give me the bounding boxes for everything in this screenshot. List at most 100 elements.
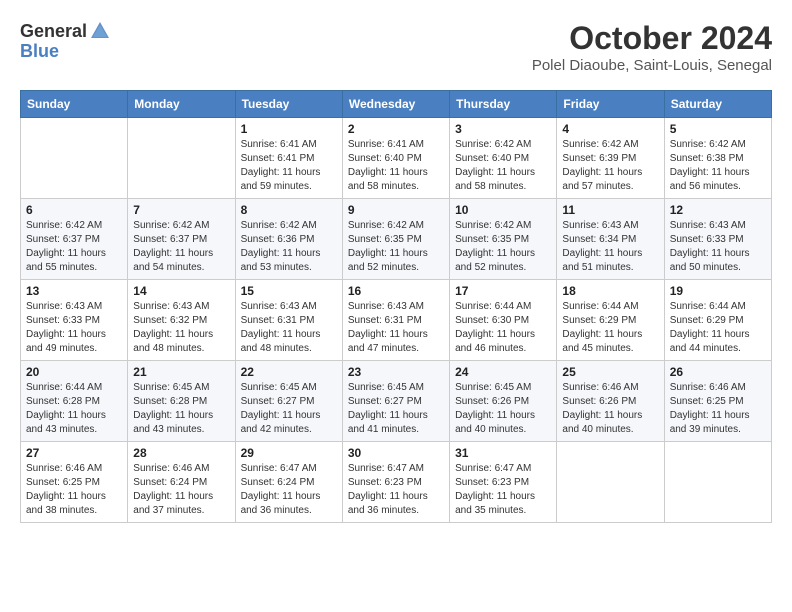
day-number: 20	[26, 365, 122, 379]
calendar-cell: 20Sunrise: 6:44 AM Sunset: 6:28 PM Dayli…	[21, 361, 128, 442]
calendar-cell: 26 Sunrise: 6:46 AM Sunset: 6:25 PM Dayli…	[664, 361, 771, 442]
page: General Blue October 2024 Polel Diaoube,…	[0, 0, 792, 543]
calendar-cell: 31 Sunrise: 6:47 AM Sunset: 6:23 PM Dayli…	[450, 442, 557, 523]
calendar-cell: 15Sunrise: 6:43 AM Sunset: 6:31 PM Dayli…	[235, 280, 342, 361]
day-info: Sunrise: 6:45 AM Sunset: 6:27 PM Dayligh…	[241, 381, 337, 437]
calendar-cell: 8Sunrise: 6:42 AM Sunset: 6:36 PM Daylig…	[235, 199, 342, 280]
day-number: 30	[348, 446, 444, 460]
day-number: 24	[455, 365, 551, 379]
day-number: 31	[455, 446, 551, 460]
calendar-cell: 29 Sunrise: 6:47 AM Sunset: 6:24 PM Dayli…	[235, 442, 342, 523]
day-info: Sunrise: 6:46 AM Sunset: 6:26 PM Dayligh…	[562, 381, 658, 437]
calendar-header-saturday: Saturday	[664, 91, 771, 118]
day-number: 25	[562, 365, 658, 379]
day-number: 7	[133, 203, 229, 217]
day-number: 29	[241, 446, 337, 460]
calendar-cell	[21, 118, 128, 199]
calendar-cell: 10 Sunrise: 6:42 AM Sunset: 6:35 PM Dayli…	[450, 199, 557, 280]
day-info: Sunrise: 6:43 AM Sunset: 6:32 PM Dayligh…	[133, 300, 229, 356]
day-number: 15	[241, 284, 337, 298]
calendar-cell: 28Sunrise: 6:46 AM Sunset: 6:24 PM Dayli…	[128, 442, 235, 523]
logo-blue: Blue	[20, 42, 59, 60]
calendar-week-1: 1Sunrise: 6:41 AM Sunset: 6:41 PM Daylig…	[21, 118, 772, 199]
day-info: Sunrise: 6:46 AM Sunset: 6:25 PM Dayligh…	[670, 381, 766, 437]
day-number: 22	[241, 365, 337, 379]
subtitle: Polel Diaoube, Saint-Louis, Senegal	[532, 57, 772, 74]
calendar-header-tuesday: Tuesday	[235, 91, 342, 118]
day-info: Sunrise: 6:47 AM Sunset: 6:24 PM Dayligh…	[241, 462, 337, 518]
calendar-cell	[557, 442, 664, 523]
day-number: 14	[133, 284, 229, 298]
calendar-cell: 11Sunrise: 6:43 AM Sunset: 6:34 PM Dayli…	[557, 199, 664, 280]
day-info: Sunrise: 6:43 AM Sunset: 6:34 PM Dayligh…	[562, 219, 658, 275]
calendar-body: 1Sunrise: 6:41 AM Sunset: 6:41 PM Daylig…	[21, 118, 772, 523]
day-number: 26	[670, 365, 766, 379]
calendar-week-3: 13Sunrise: 6:43 AM Sunset: 6:33 PM Dayli…	[21, 280, 772, 361]
day-info: Sunrise: 6:42 AM Sunset: 6:35 PM Dayligh…	[455, 219, 551, 275]
calendar-cell: 2 Sunrise: 6:41 AM Sunset: 6:40 PM Daylig…	[342, 118, 449, 199]
day-info: Sunrise: 6:44 AM Sunset: 6:30 PM Dayligh…	[455, 300, 551, 356]
day-number: 16	[348, 284, 444, 298]
day-info: Sunrise: 6:42 AM Sunset: 6:40 PM Dayligh…	[455, 138, 551, 194]
day-info: Sunrise: 6:42 AM Sunset: 6:38 PM Dayligh…	[670, 138, 766, 194]
day-info: Sunrise: 6:42 AM Sunset: 6:37 PM Dayligh…	[133, 219, 229, 275]
day-info: Sunrise: 6:45 AM Sunset: 6:26 PM Dayligh…	[455, 381, 551, 437]
calendar-header-wednesday: Wednesday	[342, 91, 449, 118]
day-number: 27	[26, 446, 122, 460]
calendar-cell: 14 Sunrise: 6:43 AM Sunset: 6:32 PM Dayli…	[128, 280, 235, 361]
day-info: Sunrise: 6:47 AM Sunset: 6:23 PM Dayligh…	[455, 462, 551, 518]
calendar-week-5: 27 Sunrise: 6:46 AM Sunset: 6:25 PM Dayli…	[21, 442, 772, 523]
main-title: October 2024	[532, 20, 772, 57]
day-number: 18	[562, 284, 658, 298]
day-info: Sunrise: 6:45 AM Sunset: 6:27 PM Dayligh…	[348, 381, 444, 437]
calendar-cell: 30 Sunrise: 6:47 AM Sunset: 6:23 PM Dayli…	[342, 442, 449, 523]
day-number: 3	[455, 122, 551, 136]
day-number: 9	[348, 203, 444, 217]
day-number: 10	[455, 203, 551, 217]
day-info: Sunrise: 6:47 AM Sunset: 6:23 PM Dayligh…	[348, 462, 444, 518]
day-info: Sunrise: 6:43 AM Sunset: 6:33 PM Dayligh…	[670, 219, 766, 275]
calendar-cell: 22 Sunrise: 6:45 AM Sunset: 6:27 PM Dayli…	[235, 361, 342, 442]
calendar-cell: 1Sunrise: 6:41 AM Sunset: 6:41 PM Daylig…	[235, 118, 342, 199]
day-info: Sunrise: 6:46 AM Sunset: 6:25 PM Dayligh…	[26, 462, 122, 518]
day-info: Sunrise: 6:46 AM Sunset: 6:24 PM Dayligh…	[133, 462, 229, 518]
calendar-week-2: 6Sunrise: 6:42 AM Sunset: 6:37 PM Daylig…	[21, 199, 772, 280]
day-number: 2	[348, 122, 444, 136]
logo-general: General	[20, 22, 87, 40]
day-number: 19	[670, 284, 766, 298]
calendar-week-4: 20Sunrise: 6:44 AM Sunset: 6:28 PM Dayli…	[21, 361, 772, 442]
calendar-cell: 3 Sunrise: 6:42 AM Sunset: 6:40 PM Daylig…	[450, 118, 557, 199]
calendar-header-row: SundayMondayTuesdayWednesdayThursdayFrid…	[21, 91, 772, 118]
day-info: Sunrise: 6:42 AM Sunset: 6:39 PM Dayligh…	[562, 138, 658, 194]
day-number: 17	[455, 284, 551, 298]
logo: General Blue	[20, 20, 111, 60]
day-info: Sunrise: 6:44 AM Sunset: 6:29 PM Dayligh…	[562, 300, 658, 356]
calendar-cell: 24 Sunrise: 6:45 AM Sunset: 6:26 PM Dayli…	[450, 361, 557, 442]
day-number: 1	[241, 122, 337, 136]
calendar-cell: 16 Sunrise: 6:43 AM Sunset: 6:31 PM Dayli…	[342, 280, 449, 361]
calendar-cell: 25 Sunrise: 6:46 AM Sunset: 6:26 PM Dayli…	[557, 361, 664, 442]
day-info: Sunrise: 6:43 AM Sunset: 6:33 PM Dayligh…	[26, 300, 122, 356]
day-number: 12	[670, 203, 766, 217]
calendar-cell: 5Sunrise: 6:42 AM Sunset: 6:38 PM Daylig…	[664, 118, 771, 199]
calendar-cell: 12 Sunrise: 6:43 AM Sunset: 6:33 PM Dayli…	[664, 199, 771, 280]
calendar-cell: 17 Sunrise: 6:44 AM Sunset: 6:30 PM Dayli…	[450, 280, 557, 361]
calendar-cell: 9Sunrise: 6:42 AM Sunset: 6:35 PM Daylig…	[342, 199, 449, 280]
calendar-cell: 21 Sunrise: 6:45 AM Sunset: 6:28 PM Dayli…	[128, 361, 235, 442]
day-number: 21	[133, 365, 229, 379]
calendar-cell: 18 Sunrise: 6:44 AM Sunset: 6:29 PM Dayli…	[557, 280, 664, 361]
calendar-cell	[128, 118, 235, 199]
calendar-cell: 19 Sunrise: 6:44 AM Sunset: 6:29 PM Dayli…	[664, 280, 771, 361]
day-info: Sunrise: 6:42 AM Sunset: 6:37 PM Dayligh…	[26, 219, 122, 275]
calendar-header-sunday: Sunday	[21, 91, 128, 118]
calendar-cell: 27 Sunrise: 6:46 AM Sunset: 6:25 PM Dayli…	[21, 442, 128, 523]
header: General Blue October 2024 Polel Diaoube,…	[20, 20, 772, 74]
day-info: Sunrise: 6:41 AM Sunset: 6:40 PM Dayligh…	[348, 138, 444, 194]
day-info: Sunrise: 6:43 AM Sunset: 6:31 PM Dayligh…	[348, 300, 444, 356]
calendar-cell: 6Sunrise: 6:42 AM Sunset: 6:37 PM Daylig…	[21, 199, 128, 280]
day-info: Sunrise: 6:44 AM Sunset: 6:29 PM Dayligh…	[670, 300, 766, 356]
calendar-header-friday: Friday	[557, 91, 664, 118]
day-info: Sunrise: 6:45 AM Sunset: 6:28 PM Dayligh…	[133, 381, 229, 437]
calendar: SundayMondayTuesdayWednesdayThursdayFrid…	[20, 90, 772, 523]
calendar-cell: 23Sunrise: 6:45 AM Sunset: 6:27 PM Dayli…	[342, 361, 449, 442]
